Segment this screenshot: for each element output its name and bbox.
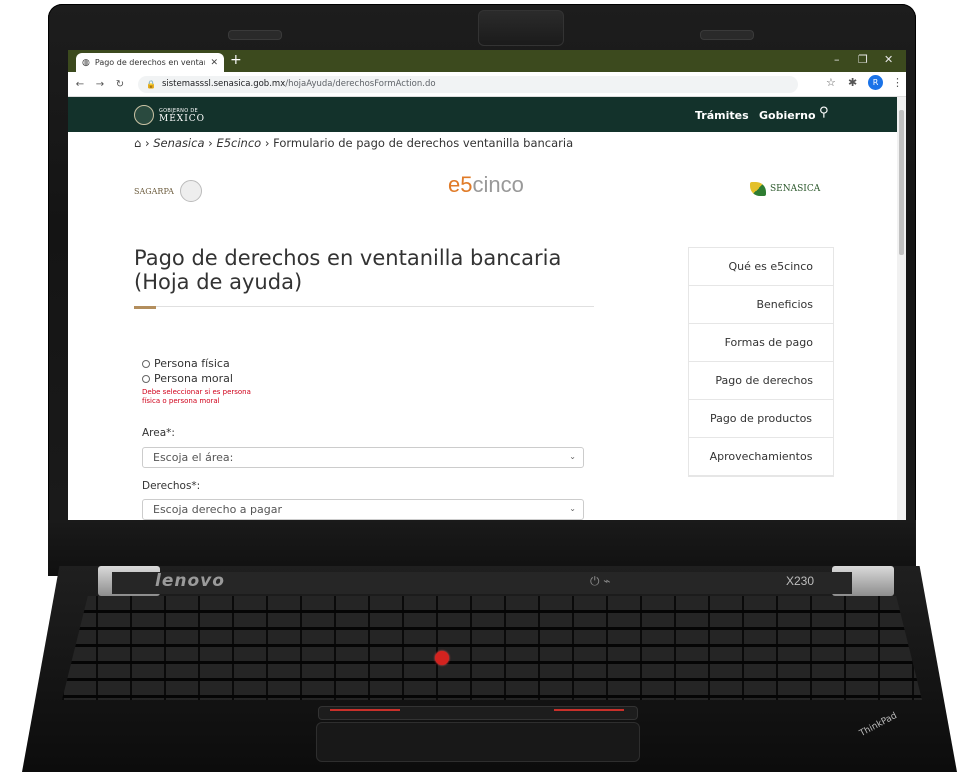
side-item-formas-pago[interactable]: Formas de pago [689, 324, 833, 362]
browser-tab[interactable]: ◍ Pago de derechos en ventanilla ✕ [76, 53, 224, 72]
radio-circle-icon[interactable] [142, 359, 150, 368]
side-menu: Qué es e5cinco Beneficios Formas de pago… [688, 247, 834, 477]
lenovo-logo: lenovo [155, 571, 225, 591]
radio-persona-moral[interactable]: Persona moral [142, 372, 233, 385]
status-indicators: ⏻ ⌁ [590, 574, 611, 588]
lid-latch-right [700, 30, 754, 40]
trackpoint[interactable] [435, 651, 449, 665]
side-item-pago-productos[interactable]: Pago de productos [689, 400, 833, 438]
radio-circle-icon[interactable] [142, 374, 150, 383]
lid-latch-left [228, 30, 282, 40]
globe-icon: ◍ [82, 57, 90, 68]
address-bar[interactable]: 🔒 sistemasssl.senasica.gob.mx/hojaAyuda/… [138, 75, 798, 93]
browser-tab-bar: ◍ Pago de derechos en ventanilla ✕ + – ❐… [68, 50, 906, 72]
breadcrumb-senasica[interactable]: Senasica [153, 136, 204, 150]
senasica-logo: SENASICA [750, 182, 820, 196]
title-accent [134, 306, 156, 309]
url-host: sistemasssl.senasica.gob.mx [161, 79, 286, 89]
scrollbar-thumb[interactable] [899, 110, 904, 255]
browser-toolbar: ← → ↻ 🔒 sistemasssl.senasica.gob.mx/hoja… [68, 72, 906, 97]
chevron-down-icon: ⌄ [569, 504, 576, 513]
radio-label: Persona moral [154, 372, 233, 385]
keyboard-rows [62, 596, 922, 700]
area-label: Area*: [142, 427, 175, 439]
derechos-label: Derechos*: [142, 480, 201, 492]
close-tab-icon[interactable]: ✕ [210, 58, 218, 68]
e5cinco-logo: e5cinco [448, 172, 524, 197]
title-divider [134, 306, 594, 307]
nav-gobierno[interactable]: Gobierno [759, 109, 816, 122]
validation-error: Debe seleccionar si es persona física o … [142, 388, 251, 405]
reload-icon[interactable]: ↻ [112, 79, 128, 90]
page-title: Pago de derechos en ventanilla bancaria … [134, 246, 562, 294]
model-label: X230 [786, 574, 815, 588]
breadcrumb-e5cinco[interactable]: E5cinco [216, 136, 261, 150]
forward-icon[interactable]: → [92, 79, 108, 90]
trackpoint-button-stripe-left [330, 709, 400, 711]
tab-title: Pago de derechos en ventanilla [94, 58, 206, 67]
webcam-housing [478, 10, 564, 46]
trackpoint-button-stripe-right [554, 709, 624, 711]
minimize-icon[interactable]: – [834, 53, 840, 66]
side-item-aprovechamientos[interactable]: Aprovechamientos [689, 438, 833, 476]
laptop-screen: ◍ Pago de derechos en ventanilla ✕ + – ❐… [68, 50, 906, 520]
senasica-leaf-icon [750, 182, 766, 196]
search-icon[interactable]: ⚲ [819, 105, 829, 120]
lock-icon: 🔒 [146, 79, 156, 89]
derechos-select[interactable]: Escoja derecho a pagar ⌄ [142, 499, 584, 520]
back-icon[interactable]: ← [72, 79, 88, 90]
maximize-icon[interactable]: ❐ [858, 53, 868, 66]
nav-tramites[interactable]: Trámites [695, 109, 749, 122]
home-icon[interactable]: ⌂ [134, 136, 141, 150]
bookmark-star-icon[interactable]: ☆ [826, 76, 836, 89]
seal-icon [134, 105, 154, 125]
sagarpa-logo: SAGARPA [134, 180, 202, 202]
gobierno-logo[interactable]: GOBIERNO DE MÉXICO [134, 105, 205, 125]
touchpad[interactable] [316, 722, 640, 762]
logo-big-text: MÉXICO [159, 114, 206, 124]
menu-icon[interactable]: ⋮ [892, 76, 903, 89]
chevron-down-icon: ⌄ [569, 452, 576, 461]
profile-avatar[interactable]: R [868, 75, 883, 90]
radio-persona-fisica[interactable]: Persona física [142, 357, 230, 370]
new-tab-icon[interactable]: + [230, 52, 242, 68]
side-item-que-es[interactable]: Qué es e5cinco [689, 248, 833, 286]
radio-label: Persona física [154, 357, 230, 370]
side-item-beneficios[interactable]: Beneficios [689, 286, 833, 324]
breadcrumb: ⌂ › Senasica › E5cinco › Formulario de p… [134, 136, 574, 150]
gob-header: GOBIERNO DE MÉXICO Trámites Gobierno ⚲ [68, 97, 906, 132]
breadcrumb-current: Formulario de pago de derechos ventanill… [273, 136, 574, 150]
close-window-icon[interactable]: ✕ [884, 53, 893, 66]
side-item-pago-derechos[interactable]: Pago de derechos [689, 362, 833, 400]
extensions-icon[interactable]: ✱ [848, 76, 857, 89]
area-select[interactable]: Escoja el área: ⌄ [142, 447, 584, 468]
emblem-icon [179, 180, 202, 202]
url-path: /hojaAyuda/derechosFormAction.do [285, 79, 436, 89]
